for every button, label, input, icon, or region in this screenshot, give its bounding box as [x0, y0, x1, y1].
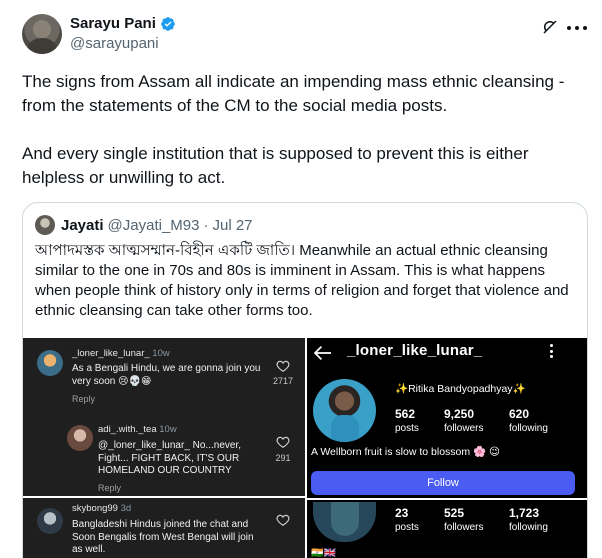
- stat-posts-2: 23 posts: [395, 506, 419, 533]
- follow-button[interactable]: Follow: [311, 471, 575, 495]
- stat-posts: 562 posts: [395, 407, 419, 434]
- profile-picture-2: [313, 502, 376, 542]
- comment-avatar: [37, 350, 63, 376]
- quoted-tweet-header: Jayati @Jayati_M93 · Jul 27: [35, 215, 253, 235]
- stat-followers: 9,250 followers: [444, 407, 484, 434]
- grok-icon[interactable]: [541, 18, 559, 36]
- heart-icon[interactable]: [276, 359, 290, 373]
- reply-link[interactable]: Reply: [72, 394, 95, 404]
- screenshot-divider: [307, 498, 587, 500]
- stat-following: 620 following: [509, 407, 548, 434]
- kebab-menu-icon[interactable]: [550, 344, 554, 358]
- profile-screenshot[interactable]: _loner_like_lunar_ ✨Ritika Bandyopadhyay…: [307, 338, 587, 558]
- quoted-author-avatar: [35, 215, 55, 235]
- verified-badge-icon: [161, 16, 175, 31]
- quoted-tweet[interactable]: Jayati @Jayati_M93 · Jul 27 আপাদমস্তক আত…: [22, 202, 588, 558]
- comment-avatar: [67, 425, 93, 451]
- profile-picture: [313, 379, 376, 442]
- comment-body: Bangladeshi Hindus joined the chat and S…: [72, 519, 254, 555]
- stat-following-2: 1,723 following: [509, 506, 548, 533]
- profile-bio: A Wellborn fruit is slow to blossom 🌸 😉: [311, 446, 500, 458]
- comment-user: adi_.with._tea 10w: [98, 424, 177, 435]
- comment-body: As a Bengali Hindu, we are gonna join yo…: [72, 363, 261, 387]
- comment-avatar: [37, 508, 63, 534]
- quoted-separator: ·: [203, 216, 209, 234]
- back-arrow-icon[interactable]: [313, 345, 333, 361]
- like-count: 291: [275, 453, 291, 463]
- like-count: 2717: [272, 376, 294, 386]
- screenshot-divider: [23, 496, 305, 498]
- comment-user: _loner_like_lunar_ 10w: [72, 348, 170, 359]
- author-handle[interactable]: @sarayupani: [70, 35, 159, 52]
- comments-screenshot[interactable]: _loner_like_lunar_ 10w As a Bengali Hind…: [23, 338, 305, 558]
- author-name-row: Sarayu Pani: [70, 15, 176, 32]
- author-name[interactable]: Sarayu Pani: [70, 15, 156, 32]
- quoted-media[interactable]: _loner_like_lunar_ 10w As a Bengali Hind…: [23, 338, 587, 558]
- quoted-author-handle: @Jayati_M93: [107, 216, 200, 234]
- comment-body: @_loner_like_lunar_ No...never, Fight...…: [98, 440, 242, 476]
- quoted-tweet-text: আপাদমস্তক আত্মসম্মান-বিহীন একটি জাতি। Me…: [35, 242, 569, 319]
- tweet-paragraph-1: The signs from Assam all indicate an imp…: [22, 72, 565, 115]
- stat-followers-2: 525 followers: [444, 506, 484, 533]
- profile-display-name: ✨Ritika Bandyopadhyay✨: [395, 383, 526, 395]
- tweet-text: The signs from Assam all indicate an imp…: [22, 70, 587, 190]
- comment-user: skybong99 3d: [72, 503, 132, 514]
- profile-username: _loner_like_lunar_: [347, 342, 483, 359]
- quoted-date: Jul 27: [212, 216, 253, 234]
- author-avatar[interactable]: [22, 14, 62, 54]
- country-flags: 🇮🇳🇬🇧: [311, 548, 336, 558]
- tweet-header: Sarayu Pani @sarayupani: [22, 14, 587, 58]
- reply-link[interactable]: Reply: [98, 483, 121, 493]
- tweet-paragraph-2: And every single institution that is sup…: [22, 144, 529, 187]
- heart-icon[interactable]: [276, 435, 290, 449]
- heart-icon[interactable]: [276, 513, 290, 527]
- more-icon[interactable]: [567, 18, 587, 38]
- quoted-author-name: Jayati: [61, 216, 104, 234]
